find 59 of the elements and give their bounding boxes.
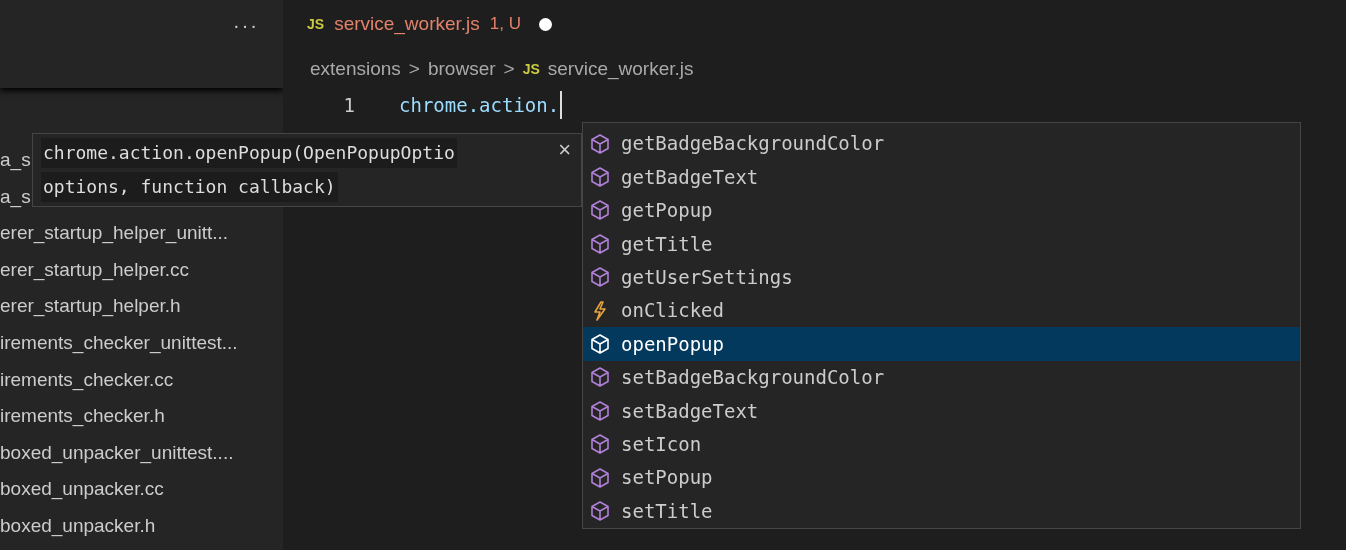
suggestion-item[interactable]: openPopup	[583, 327, 1300, 361]
file-item[interactable]: irements_checker.cc	[0, 361, 283, 399]
breadcrumb-separator: >	[503, 56, 515, 81]
cube-icon	[589, 433, 611, 456]
cube-icon	[589, 266, 611, 289]
breadcrumb[interactable]: service_worker.js	[547, 54, 694, 84]
suggestion-item[interactable]: setTitle	[583, 494, 1300, 528]
suggestion-label: getBadgeBackgroundColor	[621, 131, 885, 157]
suggestion-label: getUserSettings	[621, 265, 793, 290]
suggestion-label: setTitle	[621, 498, 713, 524]
file-item[interactable]: erer_startup_helper.h	[0, 288, 283, 325]
cube-icon	[589, 232, 611, 255]
file-item[interactable]: erer_startup_helper_unitt...	[0, 215, 283, 252]
cube-icon	[589, 132, 611, 155]
suggestion-label: setBadgeText	[621, 398, 759, 424]
js-file-icon: JS	[307, 13, 325, 35]
js-file-icon: JS	[522, 58, 540, 80]
file-item[interactable]: boxed_unpacker.h	[0, 507, 283, 545]
suggestion-label: setIcon	[621, 431, 702, 457]
cube-icon	[589, 199, 611, 222]
suggestion-label: getBadgeText	[621, 164, 759, 190]
signature-text: chrome.action.openPopup(OpenPopupOptio	[41, 138, 457, 168]
cube-icon	[589, 500, 611, 522]
line-number: 1	[342, 92, 355, 118]
tab-title: service_worker.js	[334, 11, 480, 37]
file-item[interactable]: erer_startup_helper.cc	[0, 251, 283, 289]
breadcrumb[interactable]: browser	[427, 54, 496, 84]
cube-icon	[589, 466, 611, 489]
cube-icon	[589, 333, 611, 356]
suggestion-label: setPopup	[621, 465, 713, 491]
code-line: chrome.action.	[399, 90, 563, 120]
suggestion-item[interactable]: getUserSettings	[583, 260, 1300, 294]
cube-icon	[589, 399, 611, 422]
suggestion-label: getTitle	[621, 231, 713, 257]
signature-text: options, function callback)	[41, 172, 338, 202]
suggestion-label: getPopup	[621, 198, 713, 224]
breadcrumb-separator: >	[408, 56, 420, 81]
suggestion-item[interactable]: setBadgeText	[583, 394, 1300, 428]
suggestion-label: setBadgeBackgroundColor	[621, 365, 885, 391]
suggestion-label: onClicked	[621, 298, 724, 324]
suggestion-item[interactable]: getTitle	[583, 227, 1300, 261]
suggestion-item[interactable]: setPopup	[583, 460, 1300, 495]
suggestion-item[interactable]: setBadgeBackgroundColor	[583, 360, 1300, 395]
cube-icon	[589, 366, 611, 389]
suggestion-item[interactable]: onClicked	[583, 293, 1300, 328]
more-actions-button[interactable]: ···	[233, 10, 259, 40]
suggestion-item[interactable]: getBadgeBackgroundColor	[583, 127, 1300, 161]
suggestion-item[interactable]: getBadgeText	[583, 160, 1300, 194]
cube-icon	[589, 166, 611, 189]
file-item[interactable]: boxed_unpacker_unittest....	[0, 434, 283, 472]
breadcrumb[interactable]: extensions	[310, 54, 401, 84]
tab-status-text: 1, U	[489, 13, 522, 36]
suggestion-item[interactable]: getPopup	[583, 193, 1300, 228]
file-item[interactable]: irements_checker_unittest...	[0, 324, 283, 362]
suggestion-label: openPopup	[621, 331, 724, 357]
close-button[interactable]: ×	[558, 138, 571, 206]
file-item[interactable]: irements_checker.h	[0, 398, 283, 435]
suggestion-item[interactable]: setIcon	[583, 427, 1300, 461]
file-item[interactable]: boxed_unpacker.cc	[0, 471, 283, 508]
